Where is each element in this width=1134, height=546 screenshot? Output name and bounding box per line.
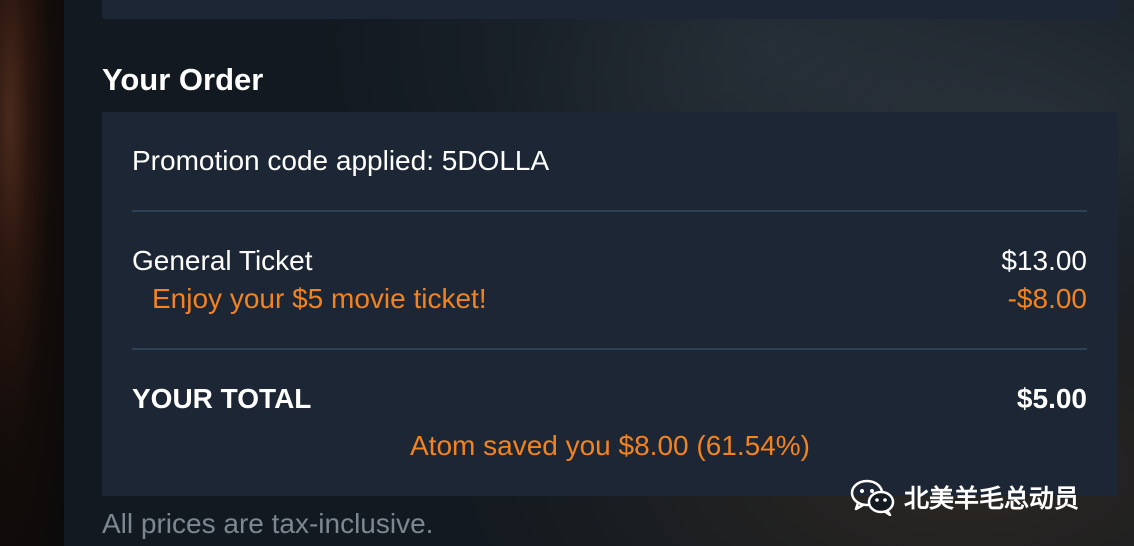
- promo-code-applied-text: Promotion code applied: 5DOLLA: [132, 145, 550, 176]
- order-summary-card: Promotion code applied: 5DOLLA General T…: [102, 112, 1118, 496]
- line-item-label: General Ticket: [132, 245, 313, 276]
- watermark: 北美羊毛总动员: [850, 477, 1079, 517]
- savings-message: Atom saved you $8.00 (61.54%): [409, 430, 810, 461]
- previous-section-card: [102, 0, 1118, 19]
- discount-description: Enjoy your $5 movie ticket!: [152, 283, 487, 314]
- background-poster-edge: [0, 0, 64, 546]
- watermark-text: 北美羊毛总动员: [904, 484, 1080, 513]
- total-value: $5.00: [1016, 383, 1087, 414]
- order-section-title: Your Order: [102, 62, 264, 97]
- divider: [132, 348, 1087, 350]
- total-label: YOUR TOTAL: [132, 383, 312, 414]
- divider: [132, 210, 1087, 212]
- discount-amount: -$8.00: [1007, 283, 1087, 314]
- tax-note: All prices are tax-inclusive.: [102, 508, 434, 539]
- line-item-price: $13.00: [1001, 245, 1087, 276]
- wechat-icon: [850, 478, 896, 516]
